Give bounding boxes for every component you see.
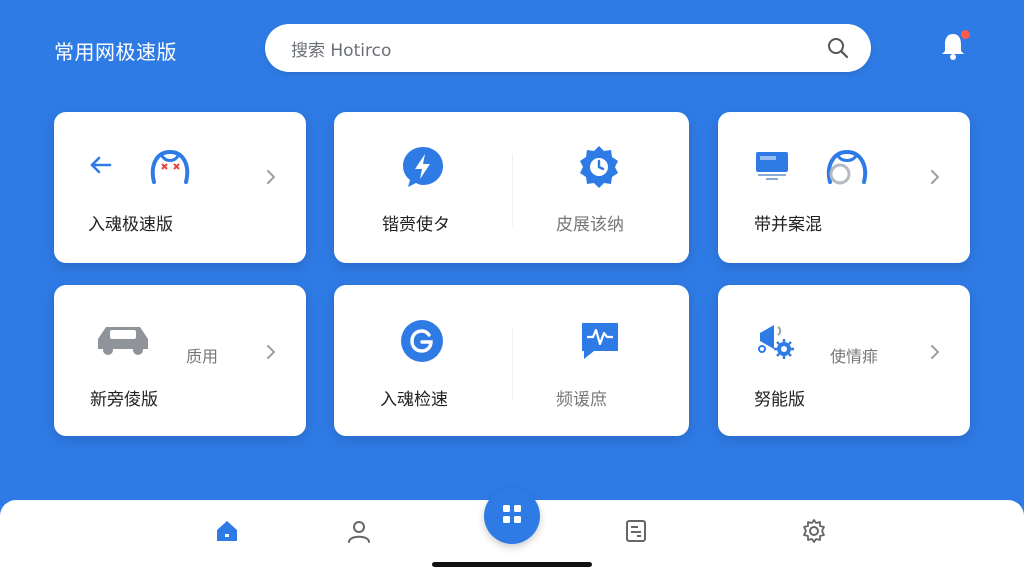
home-icon[interactable] [212, 516, 242, 546]
mascot-icon [824, 144, 870, 192]
lightning-chat-icon [400, 144, 446, 194]
apps-button[interactable] [484, 488, 540, 544]
monitor-icon [754, 148, 790, 188]
app-title: 常用网极速版 [54, 40, 177, 64]
card-1[interactable]: 入魂极速版 [54, 112, 306, 263]
card-left-label[interactable]: 入魂检速 [380, 385, 448, 410]
card-right-label[interactable]: 皮展该纳 [556, 210, 624, 235]
card-label: 努能版 [754, 390, 805, 410]
back-arrow-icon [88, 152, 114, 182]
user-icon[interactable] [344, 516, 374, 546]
divider [512, 154, 513, 226]
chevron-right-icon[interactable] [264, 168, 278, 186]
bell-icon [938, 34, 968, 66]
document-icon[interactable] [621, 516, 651, 546]
card-label: 新旁倰版 [90, 390, 158, 410]
apps-icon [500, 502, 524, 530]
chevron-right-icon[interactable] [928, 168, 942, 186]
search-input[interactable]: 搜索 Hotirco [291, 36, 825, 61]
divider [512, 327, 513, 399]
notification-button[interactable] [938, 30, 972, 64]
card-5[interactable]: 入魂检速 频谖庶 [334, 285, 689, 436]
chevron-right-icon[interactable] [928, 343, 942, 361]
pulse-chat-icon [578, 319, 622, 367]
card-3[interactable]: 带并案混 [718, 112, 970, 263]
badge-clock-icon [576, 144, 622, 194]
megaphone-gear-icon [754, 319, 802, 367]
card-side-label: 使情痱 [830, 347, 879, 366]
car-icon [94, 321, 152, 361]
mascot-icon [148, 146, 192, 190]
card-2[interactable]: 锴赍使タ 皮展该纳 [334, 112, 689, 263]
card-left-label[interactable]: 锴赍使タ [382, 210, 450, 235]
card-right-label[interactable]: 频谖庶 [556, 385, 607, 410]
g-logo-icon [400, 319, 444, 367]
card-label: 入魂极速版 [88, 215, 173, 235]
settings-icon[interactable] [799, 516, 829, 546]
chevron-right-icon[interactable] [264, 343, 278, 361]
search-bar[interactable]: 搜索 Hotirco [265, 24, 871, 72]
card-side-label: 质用 [186, 347, 219, 366]
home-indicator [432, 562, 592, 567]
card-4[interactable]: 质用 新旁倰版 [54, 285, 306, 436]
card-6[interactable]: 使情痱 努能版 [718, 285, 970, 436]
notification-badge [961, 30, 970, 39]
search-icon[interactable] [825, 35, 851, 61]
card-label: 带并案混 [754, 215, 822, 235]
